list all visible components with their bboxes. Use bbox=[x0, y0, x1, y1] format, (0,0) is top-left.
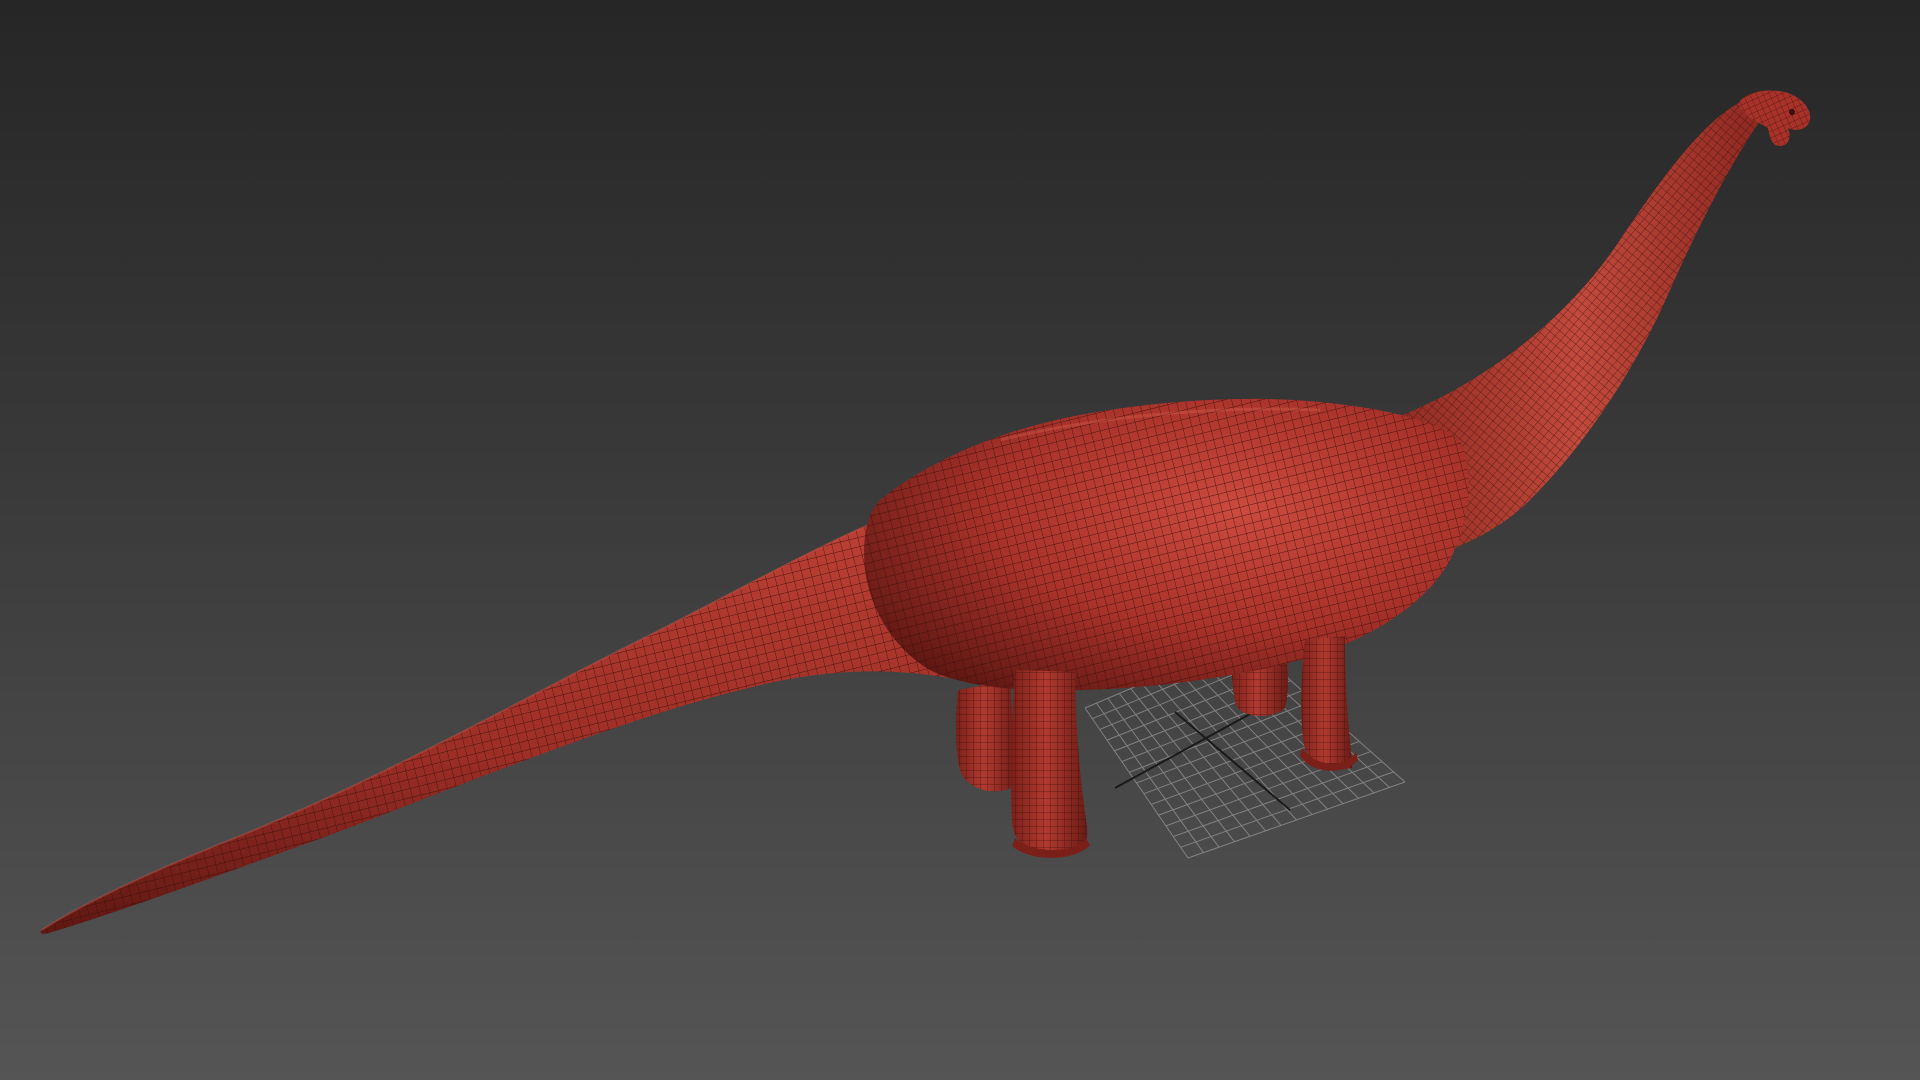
viewport-canvas[interactable] bbox=[0, 0, 1920, 1080]
3d-viewport[interactable] bbox=[0, 0, 1920, 1080]
eye-icon bbox=[1789, 109, 1795, 115]
left-hind-leg[interactable] bbox=[955, 680, 1018, 792]
